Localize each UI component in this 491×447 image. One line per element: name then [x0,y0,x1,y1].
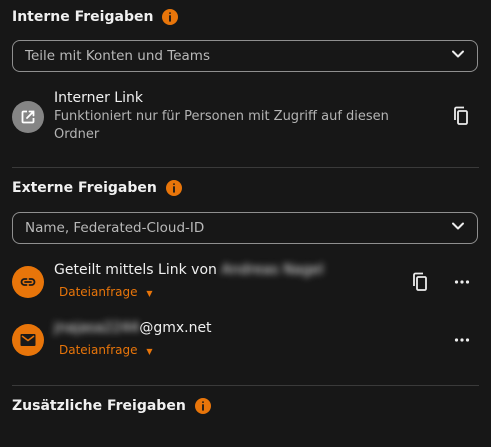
chevron-down-icon[interactable] [450,46,466,66]
caret-down-icon: ▼ [146,347,153,356]
external-share-search-input[interactable]: Name, Federated-Cloud-ID [12,212,478,244]
copy-icon [413,272,427,291]
internal-shares-heading: Interne Freigaben [12,9,154,25]
mail-icon [12,324,44,356]
divider [12,385,479,386]
divider [12,167,479,168]
info-icon[interactable] [194,398,211,414]
copy-icon [454,106,468,125]
internal-share-search-placeholder: Teile mit Konten und Teams [25,48,210,64]
info-icon[interactable] [162,9,179,25]
redacted-name: Andreas Nagel [221,262,324,278]
external-link-icon [12,101,44,133]
permission-label: Dateianfrage [59,285,138,299]
link-icon [12,266,44,298]
email-share-more-options-button[interactable] [448,326,476,354]
email-share-permission-dropdown[interactable]: Dateianfrage ▼ [59,343,152,357]
share-link-more-options-button[interactable] [448,268,476,296]
more-icon [454,338,470,342]
internal-share-search-input[interactable]: Teile mit Konten und Teams [12,40,478,72]
email-domain: @gmx.net [139,320,212,336]
additional-shares-heading: Zusätzliche Freigaben [12,398,186,414]
info-icon[interactable] [165,180,182,196]
share-link-title-prefix: Geteilt mittels Link von [54,262,217,278]
more-icon [454,280,470,284]
chevron-down-icon[interactable] [450,218,466,238]
internal-link-description: Funktioniert nur für Personen mit Zugrif… [54,109,389,142]
external-share-search-placeholder: Name, Federated-Cloud-ID [25,220,205,236]
share-link-title: Geteilt mittels Link von Andreas Nagel [54,262,324,278]
share-link-permission-dropdown[interactable]: Dateianfrage ▼ [59,285,152,299]
copy-internal-link-button[interactable] [447,102,475,130]
copy-share-link-button[interactable] [406,268,434,296]
email-share-title: jnajasa2244@gmx.net [54,320,212,336]
permission-label: Dateianfrage [59,343,138,357]
caret-down-icon: ▼ [146,289,153,298]
internal-link-title: Interner Link [54,90,143,106]
external-shares-heading: Externe Freigaben [12,180,157,196]
redacted-email-user: jnajasa2244 [54,320,140,336]
